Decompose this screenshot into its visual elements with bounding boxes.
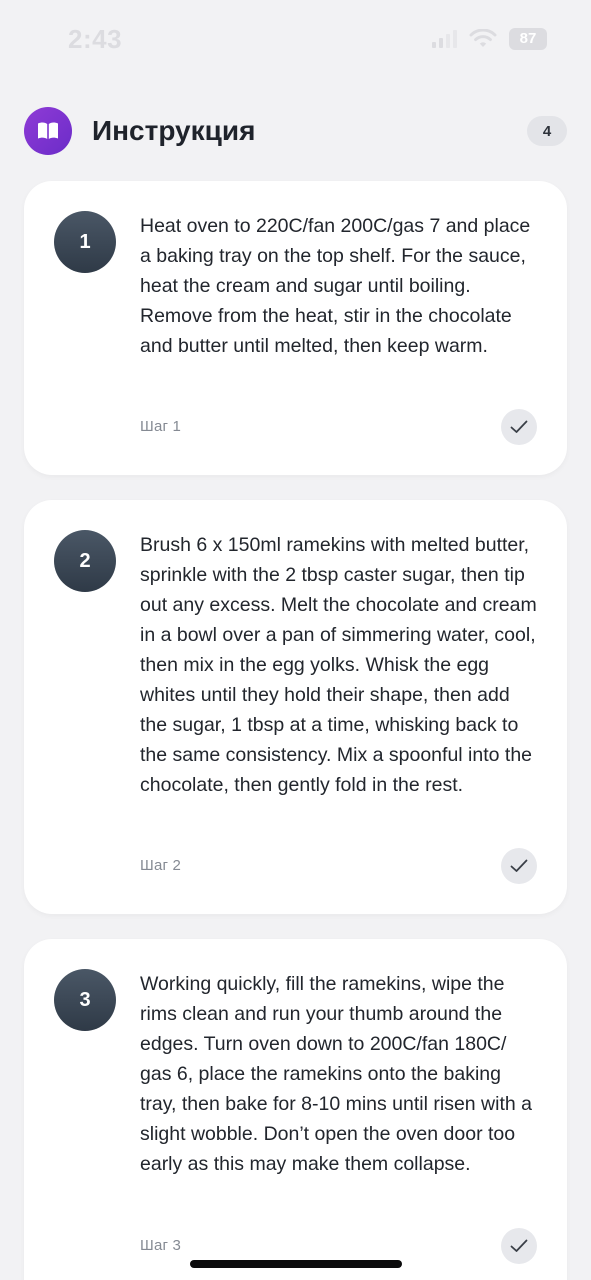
step-label: Шаг 1 (140, 418, 182, 435)
home-indicator[interactable] (190, 1260, 402, 1268)
checkmark-icon (510, 1239, 528, 1252)
cellular-signal-icon (432, 30, 457, 48)
complete-step-button[interactable] (501, 409, 537, 445)
page-title: Инструкция (92, 115, 256, 146)
status-time: 2:43 (68, 24, 123, 54)
step-number: 1 (54, 211, 116, 273)
book-icon (24, 107, 72, 155)
step-label: Шаг 2 (140, 857, 182, 874)
complete-step-button[interactable] (501, 848, 537, 884)
battery-indicator: 87 (509, 28, 547, 50)
checkmark-icon (510, 420, 528, 433)
complete-step-button[interactable] (501, 1228, 537, 1264)
step-card: 1 Heat oven to 220C/fan 200C/gas 7 and p… (24, 181, 567, 475)
step-number: 2 (54, 530, 116, 592)
screen: 2:43 87 Инструкция 4 1 Heat oven to 220C… (0, 0, 591, 1280)
steps-count-badge: 4 (527, 116, 567, 146)
step-card: 3 Working quickly, fill the ramekins, wi… (24, 939, 567, 1280)
step-text: Brush 6 x 150ml ramekins with melted but… (140, 534, 537, 796)
status-icons: 87 (432, 28, 547, 50)
step-number: 3 (54, 969, 116, 1031)
section-header: Инструкция 4 (24, 106, 567, 156)
step-text: Heat oven to 220C/fan 200C/gas 7 and pla… (140, 215, 531, 357)
step-label: Шаг 3 (140, 1237, 182, 1254)
status-bar: 2:43 87 (0, 0, 591, 78)
wifi-icon (469, 29, 497, 47)
step-card: 2 Brush 6 x 150ml ramekins with melted b… (24, 500, 567, 914)
step-text: Working quickly, fill the ramekins, wipe… (140, 973, 532, 1175)
checkmark-icon (510, 859, 528, 872)
